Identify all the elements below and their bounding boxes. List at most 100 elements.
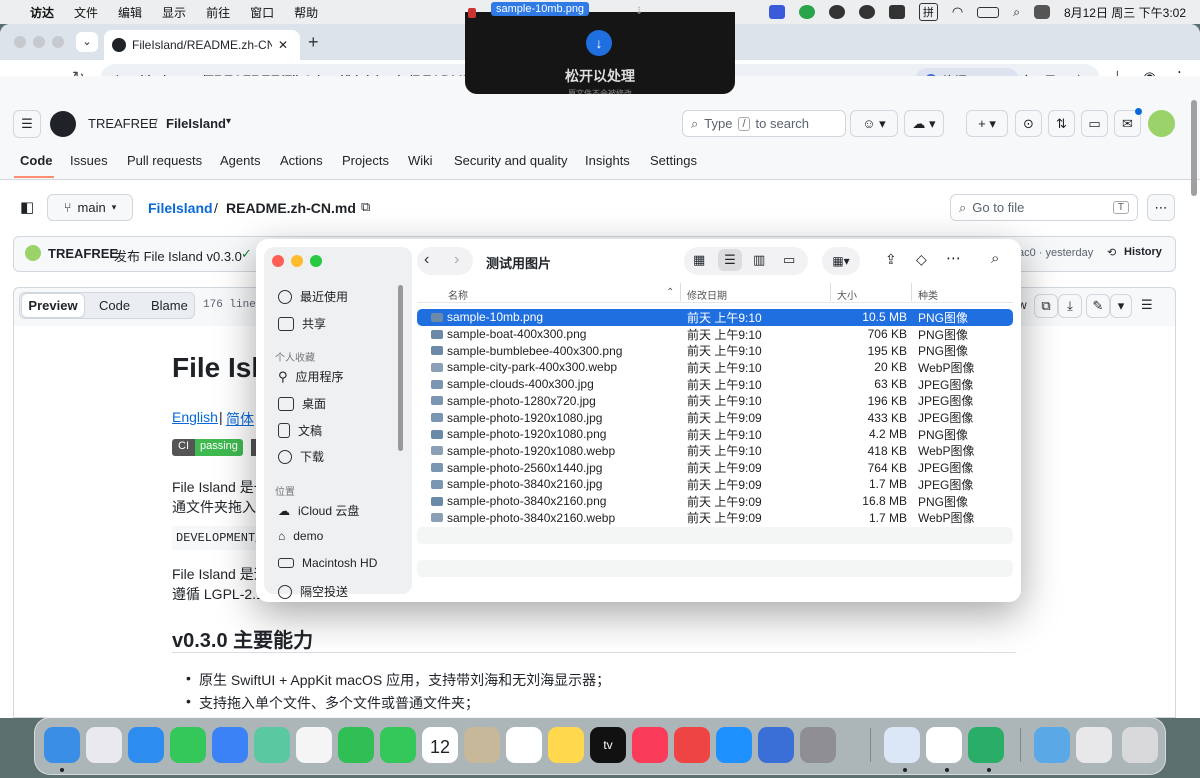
github-logo-icon[interactable] [50,111,76,137]
tab-projects[interactable]: Projects [342,153,389,168]
go-to-file-input[interactable]: ⌕ Go to file T [950,194,1138,221]
codespaces-button[interactable]: ☁ ▾ [904,110,944,137]
copilot-button[interactable]: ☺ ▾ [850,110,898,137]
blame-tab[interactable]: Blame [151,298,188,313]
tab-security[interactable]: Security and quality [454,153,567,168]
file-row[interactable]: sample-photo-3840x2160.jpg 前天 上午9:09 1.7 M… [417,476,1013,493]
tab-issues[interactable]: Issues [70,153,108,168]
column-size[interactable]: 大小 [837,287,857,302]
column-date[interactable]: 修改日期 [687,287,727,302]
create-new-button[interactable]: + ▾ [966,110,1008,137]
finder-search-icon[interactable]: ⌕ [991,250,999,267]
lang-english-link[interactable]: English [172,409,218,425]
close-window-button[interactable] [14,36,26,48]
sidebar-item-macintosh-hd[interactable]: Macintosh HD [278,556,377,570]
copy-path-icon[interactable]: ⧉ [361,199,370,215]
back-chevron-icon[interactable]: ‹ [424,251,429,269]
chrome-icon[interactable] [926,727,962,763]
file-row[interactable]: sample-photo-1280x720.jpg 前天 上午9:10 196 KB… [417,393,1013,410]
file-row[interactable]: sample-clouds-400x300.jpg 前天 上午9:10 63 KB J… [417,376,1013,393]
input-method-indicator[interactable]: 拼 [918,3,938,21]
finder-minimize-button[interactable] [291,255,303,267]
breadcrumb-repo[interactable]: FileIsland [148,200,213,216]
column-name[interactable]: 名称 [448,287,468,302]
sidebar-item-demo[interactable]: ⌂ demo [278,529,323,543]
wechat-icon[interactable] [968,727,1004,763]
copy-raw-icon[interactable]: ⧉ [1034,294,1058,318]
commit-message[interactable]: 发布 File Island v0.3.0 [114,246,242,265]
trash-icon[interactable] [1122,727,1158,763]
repo-dropdown-icon[interactable]: ▾ [226,116,231,127]
hamburger-menu-button[interactable]: ☰ [13,110,41,138]
menu-go[interactable]: 前往 [206,4,230,21]
sort-ascending-icon[interactable]: ⌃ [666,287,674,298]
avatar[interactable] [1148,110,1175,137]
tab-wiki[interactable]: Wiki [408,153,433,168]
file-row[interactable]: sample-photo-1920x1080.jpg 前天 上午9:09 433 K… [417,409,1013,426]
record-icon[interactable] [828,5,845,19]
tab-search-chevron-icon[interactable]: ⌄ [76,32,98,52]
launchpad-icon[interactable] [86,727,122,763]
commit-author[interactable]: TREAFREE [48,246,118,261]
control-center-icon[interactable] [1033,5,1050,19]
column-kind[interactable]: 种类 [918,287,938,302]
repo-owner-link[interactable]: TREAFREE [88,116,157,131]
edit-dropdown-icon[interactable]: ▾ [1110,294,1132,318]
file-island-icon[interactable] [884,727,920,763]
list-view-icon[interactable]: ☰ [718,249,742,271]
history-link[interactable]: History [1124,246,1162,258]
facetime-icon[interactable] [338,727,374,763]
new-tab-button[interactable]: + [308,32,319,53]
sidebar-item-icloud[interactable]: ☁ iCloud 云盘 [278,502,359,519]
preview-tab[interactable]: Preview [21,293,85,318]
tab-insights[interactable]: Insights [585,153,630,168]
tab-agents[interactable]: Agents [220,153,260,168]
calendar-icon[interactable]: 12 [422,727,458,763]
sidebar-item-shared[interactable]: 共享 [278,315,326,332]
menu-file[interactable]: 文件 [74,4,98,21]
menu-edit[interactable]: 编辑 [118,4,142,21]
phone-icon[interactable] [380,727,416,763]
wifi-icon[interactable]: ◠ [952,4,963,20]
column-view-icon[interactable]: ▥ [753,252,765,268]
page-scrollbar[interactable] [1191,100,1197,196]
file-row[interactable]: sample-photo-3840x2160.webp 前天 上午9:09 1.7 … [417,509,1013,526]
forward-chevron-icon[interactable]: › [454,251,459,269]
issues-icon[interactable]: ⊙ [1015,110,1042,137]
ci-badge[interactable]: CI passing [172,439,243,456]
tag-icon[interactable]: ◇ [916,251,927,268]
preview-files-icon[interactable] [1076,727,1112,763]
gallery-view-icon[interactable]: ▭ [783,252,795,268]
messages-icon[interactable] [170,727,206,763]
check-icon[interactable]: ✓ [241,246,252,262]
wechat-status-icon[interactable] [798,5,815,19]
sidebar-item-downloads[interactable]: 下载 [278,448,324,465]
sidebar-scrollbar[interactable] [398,285,403,451]
menu-view[interactable]: 显示 [162,4,186,21]
group-by-icon[interactable]: ▦▾ [822,247,860,275]
tools-icon[interactable] [888,5,905,19]
reminders-icon[interactable] [506,727,542,763]
tab-settings[interactable]: Settings [650,153,697,168]
repo-name-link[interactable]: FileIsland [166,116,226,131]
system-settings-icon[interactable] [800,727,836,763]
browser-tab[interactable]: FileIsland/README.zh-CN.md ✕ [104,30,300,60]
apple-tv-icon[interactable]: tv [590,727,626,763]
branch-selector[interactable]: ⑂ main ▾ [47,194,133,221]
download-raw-icon[interactable]: ⤓ [1058,294,1082,318]
menu-app-name[interactable]: 访达 [30,4,54,21]
maps-icon[interactable] [254,727,290,763]
file-row[interactable]: sample-photo-3840x2160.png 前天 上午9:09 16.8 … [417,493,1013,510]
file-row[interactable]: sample-photo-2560x1440.jpg 前天 上午9:09 764 K… [417,459,1013,476]
tab-actions[interactable]: Actions [280,153,323,168]
sidebar-item-documents[interactable]: 文稿 [278,422,322,439]
lang-chinese-link[interactable]: 简体 [226,409,254,429]
minimize-window-button[interactable] [33,36,45,48]
pull-requests-icon[interactable]: ⇅ [1048,110,1075,137]
zoom-window-button[interactable] [52,36,64,48]
menu-clock[interactable]: 8月12日 周三 下午3:02 [1064,4,1186,21]
menu-window[interactable]: 窗口 [250,4,274,21]
app-store-icon[interactable] [716,727,752,763]
file-row[interactable]: sample-city-park-400x300.webp 前天 上午9:10 20… [417,359,1013,376]
finder-zoom-button[interactable] [310,255,322,267]
